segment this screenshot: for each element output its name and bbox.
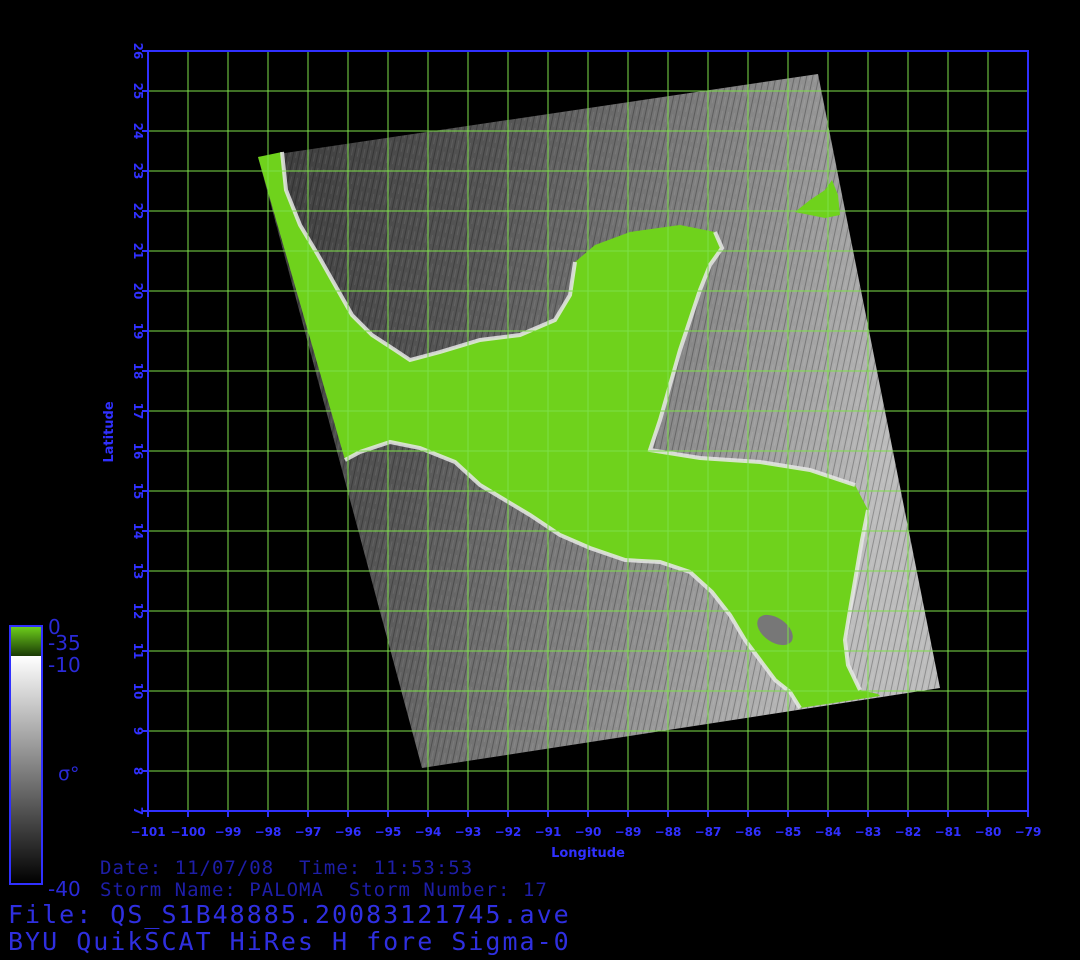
colorbar-ocean-segment	[10, 656, 42, 884]
storm-line: Storm Name: PALOMA Storm Number: 17	[100, 879, 548, 901]
y-tick-label: 24	[131, 123, 145, 140]
colorbar: 0 -35 -10 σ° -40	[9, 615, 81, 901]
y-tick-label: 7	[131, 807, 145, 815]
colorbar-label-ocean-bottom: -40	[48, 877, 81, 901]
y-tick-label: 14	[131, 523, 145, 540]
x-tick-label: −96	[335, 825, 362, 839]
y-tick-label: 16	[131, 443, 145, 460]
x-tick-label: −98	[255, 825, 282, 839]
y-tick-label: 11	[131, 643, 145, 660]
x-tick-label: −93	[455, 825, 482, 839]
x-tick-label: −101	[130, 825, 165, 839]
x-tick-label: −90	[575, 825, 602, 839]
latitude-ticks: 7 8 9 10 11 12 13 14 15 16 17 18 19 20 21 22 23 24 25 26	[131, 43, 148, 815]
x-tick-label: −89	[615, 825, 642, 839]
y-tick-label: 8	[131, 767, 145, 775]
y-tick-label: 9	[131, 727, 145, 735]
product-line: BYU QuikSCAT HiRes H fore Sigma-0	[8, 927, 571, 956]
y-tick-label: 20	[131, 283, 145, 300]
x-tick-label: −92	[495, 825, 522, 839]
x-tick-label: −82	[895, 825, 922, 839]
y-tick-label: 18	[131, 363, 145, 380]
colorbar-label-ocean-top: -10	[48, 653, 81, 677]
x-tick-label: −97	[295, 825, 322, 839]
y-tick-label: 13	[131, 563, 145, 580]
x-tick-label: −83	[855, 825, 882, 839]
colorbar-label-land-bottom: -35	[48, 631, 81, 655]
scatterometer-map: −101 −100 −99 −98 −97 −96 −95 −94 −93 −92 −91 −90 −8…	[9, 43, 1041, 901]
y-tick-label: 25	[131, 83, 145, 100]
x-tick-label: −91	[535, 825, 562, 839]
x-tick-label: −84	[815, 825, 842, 839]
y-tick-label: 23	[131, 163, 145, 180]
x-tick-label: −81	[935, 825, 962, 839]
x-tick-label: −85	[775, 825, 802, 839]
y-tick-label: 26	[131, 43, 145, 60]
y-tick-label: 21	[131, 243, 145, 260]
y-tick-label: 15	[131, 483, 145, 500]
x-tick-label: −95	[375, 825, 402, 839]
y-tick-label: 10	[131, 683, 145, 700]
y-tick-label: 22	[131, 203, 145, 220]
date-time-line: Date: 11/07/08 Time: 11:53:53	[100, 857, 474, 879]
colorbar-land-segment	[10, 626, 42, 656]
x-axis-label: Longitude	[551, 846, 625, 861]
file-line: File: QS_S1B48885.20083121745.ave	[8, 900, 571, 929]
colorbar-symbol: σ°	[58, 763, 80, 785]
x-tick-label: −86	[735, 825, 762, 839]
y-tick-label: 12	[131, 603, 145, 620]
x-tick-label: −79	[1015, 825, 1042, 839]
x-tick-label: −87	[695, 825, 722, 839]
longitude-ticks: −101 −100 −99 −98 −97 −96 −95 −94 −93 −92 −91 −90 −8…	[130, 811, 1041, 839]
y-axis-label: Latitude	[102, 401, 117, 463]
y-tick-label: 17	[131, 403, 145, 420]
x-tick-label: −80	[975, 825, 1002, 839]
x-tick-label: −99	[215, 825, 242, 839]
x-tick-label: −94	[415, 825, 442, 839]
x-tick-label: −100	[170, 825, 205, 839]
x-tick-label: −88	[655, 825, 682, 839]
y-tick-label: 19	[131, 323, 145, 340]
